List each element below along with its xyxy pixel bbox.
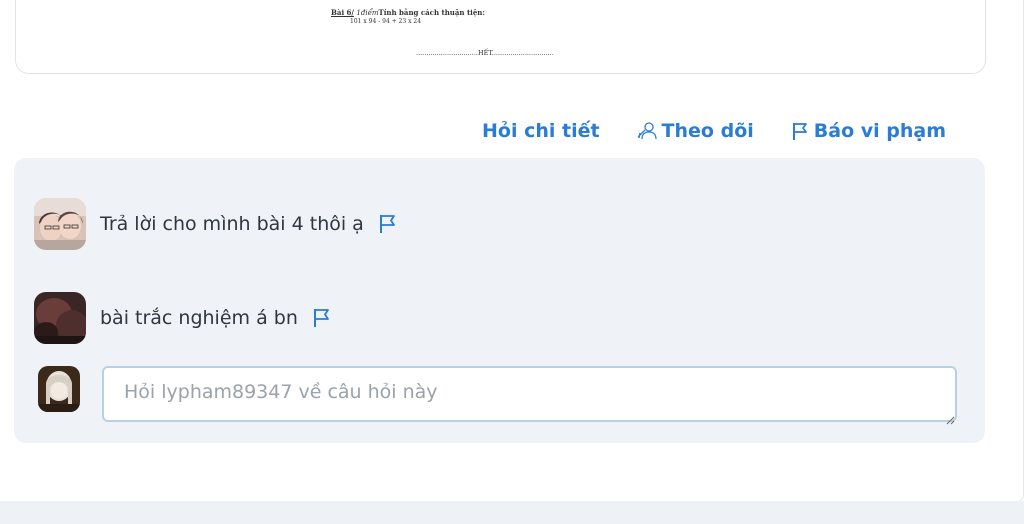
comment-item: bài trắc nghiệm á bn [34, 292, 332, 344]
comments-panel: Trả lời cho mình bài 4 thôi ạ bài trắc n… [14, 158, 985, 443]
document-end-marker: ..............................HẾT.......… [416, 49, 554, 57]
comment-text: bài trắc nghiệm á bn [100, 307, 298, 329]
follow-label: Theo dõi [661, 120, 754, 142]
ask-detail-link[interactable]: Hỏi chi tiết [482, 120, 600, 142]
exercise-title: Tính bằng cách thuận tiện: [378, 8, 485, 17]
flag-icon[interactable] [312, 307, 332, 329]
report-label: Báo vi phạm [813, 120, 946, 142]
ask-detail-label: Hỏi chi tiết [481, 120, 600, 142]
question-actions: Hỏi chi tiết Theo dõi Báo vi phạm [482, 120, 946, 142]
follow-link[interactable]: Theo dõi [636, 120, 754, 142]
exercise-expression: 101 x 94 - 94 + 23 x 24 [350, 18, 422, 25]
question-document-card: Bài 6/ 1điểmTính bằng cách thuận tiện: 1… [15, 0, 986, 74]
flag-icon[interactable] [378, 213, 398, 235]
comment-item: Trả lời cho mình bài 4 thôi ạ [34, 198, 398, 250]
exercise-heading: Bài 6/ 1điểmTính bằng cách thuận tiện: [331, 8, 485, 17]
avatar[interactable] [34, 292, 86, 344]
comment-text: Trả lời cho mình bài 4 thôi ạ [100, 213, 364, 235]
follow-icon [636, 121, 658, 141]
exercise-points: 1điểm [356, 9, 379, 17]
reply-row [38, 366, 957, 425]
avatar[interactable] [38, 366, 80, 412]
content-card-edge [1017, 0, 1024, 502]
question-page: Bài 6/ 1điểmTính bằng cách thuận tiện: 1… [0, 0, 1024, 524]
reply-input[interactable] [102, 366, 957, 422]
exercise-label: Bài 6/ [331, 8, 354, 17]
avatar[interactable] [34, 198, 86, 250]
footer-strip [0, 501, 1024, 524]
resize-handle-icon[interactable] [945, 410, 955, 425]
report-link[interactable]: Báo vi phạm [790, 120, 946, 142]
flag-icon [790, 121, 810, 141]
